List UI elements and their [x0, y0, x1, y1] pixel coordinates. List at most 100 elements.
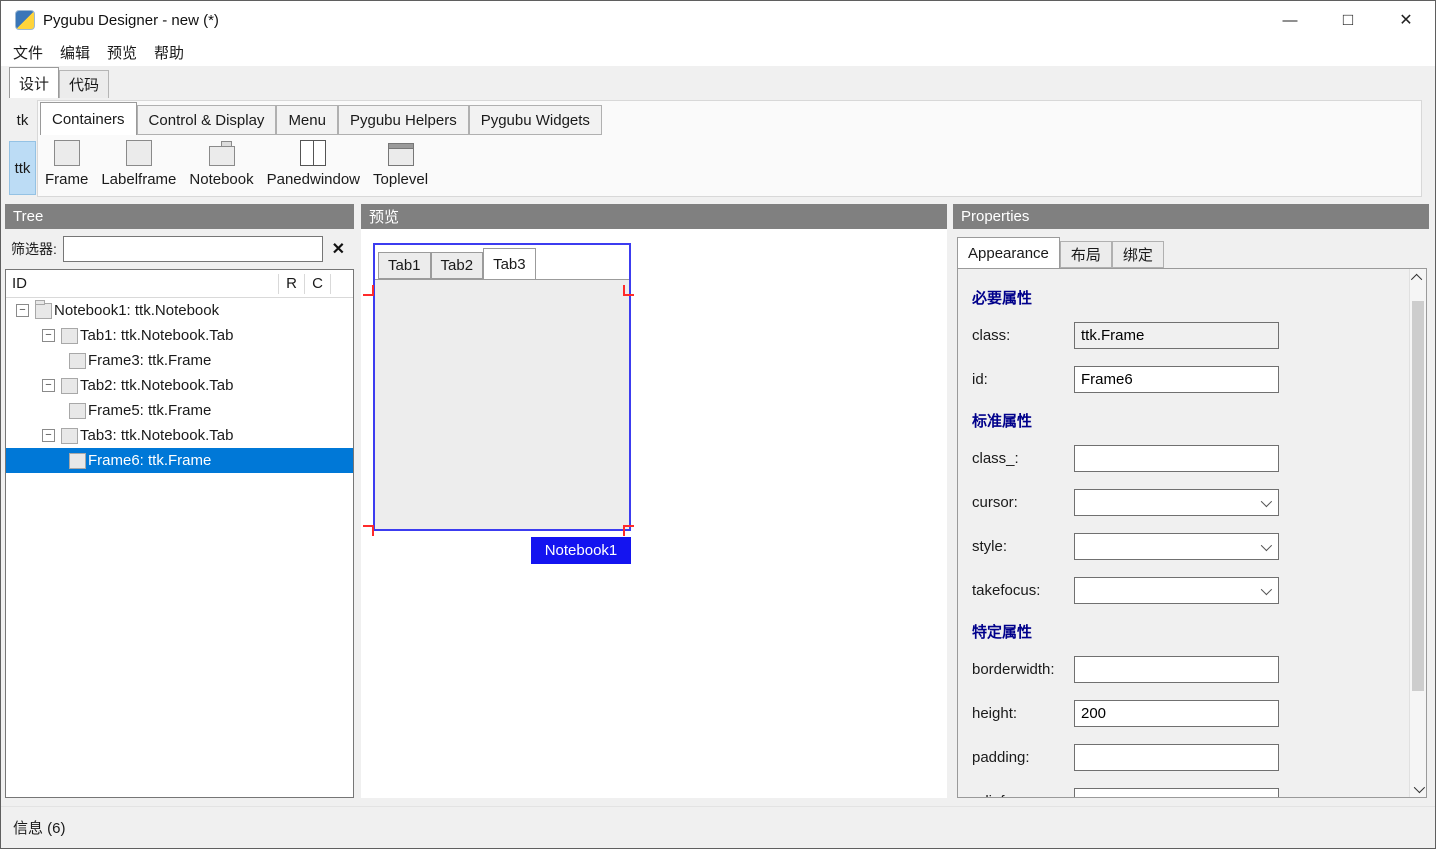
- palette-category-tabs: Containers Control & Display Menu Pygubu…: [40, 101, 602, 135]
- menu-preview[interactable]: 预览: [107, 40, 137, 65]
- prop-row-class_: class_:: [972, 445, 1426, 472]
- tree-row-notebook1[interactable]: Notebook1: ttk.Notebook: [6, 298, 353, 323]
- preview-frame6-body[interactable]: [375, 279, 629, 529]
- tree-row-label: Notebook1: ttk.Notebook: [54, 302, 220, 319]
- padding-field[interactable]: [1074, 744, 1279, 771]
- tab-design[interactable]: 设计: [9, 67, 60, 98]
- maximize-icon[interactable]: □: [1319, 1, 1377, 39]
- tab-layout[interactable]: 布局: [1059, 241, 1112, 268]
- palette-widget-toplevel[interactable]: Toplevel: [373, 138, 428, 188]
- close-icon[interactable]: ✕: [1377, 1, 1435, 39]
- properties-scrollbar[interactable]: [1409, 269, 1426, 797]
- app-window: Pygubu Designer - new (*) — □ ✕ 文件 编辑 预览…: [0, 0, 1436, 849]
- tab-node-icon: [61, 377, 78, 394]
- column-r[interactable]: R: [279, 275, 304, 292]
- palette-widget-notebook[interactable]: Notebook: [189, 138, 254, 188]
- tree-row-tab2[interactable]: Tab2: ttk.Notebook.Tab: [6, 373, 353, 398]
- cursor-select[interactable]: [1074, 489, 1279, 516]
- menu-help[interactable]: 帮助: [154, 40, 184, 65]
- palette-tab-containers[interactable]: Containers: [40, 102, 137, 135]
- scrollbar-thumb[interactable]: [1412, 301, 1424, 691]
- panedwindow-widget-icon: [298, 138, 328, 168]
- preview-panel-header: 预览: [361, 204, 947, 229]
- prop-row-cursor: cursor:: [972, 489, 1426, 516]
- palette-tab-menu[interactable]: Menu: [276, 105, 338, 135]
- status-messages-label[interactable]: 信息 (6): [13, 817, 66, 838]
- tree-panel: Tree 筛选器: ✕ ID R C Notebook1: ttk.Notebo…: [5, 204, 354, 798]
- collapse-icon[interactable]: [16, 304, 29, 317]
- palette-items: Frame Labelframe Notebook Panedwindow To…: [45, 138, 428, 188]
- column-c[interactable]: C: [305, 275, 330, 292]
- collapse-icon[interactable]: [42, 329, 55, 342]
- preview-panel: 预览 Tab1 Tab2 Tab3 Notebook1: [361, 204, 947, 798]
- menu-file[interactable]: 文件: [13, 40, 43, 65]
- window-controls: — □ ✕: [1261, 1, 1435, 39]
- tab-code[interactable]: 代码: [59, 70, 110, 98]
- height-field[interactable]: [1074, 700, 1279, 727]
- palette-widget-frame[interactable]: Frame: [45, 138, 88, 188]
- collapse-icon[interactable]: [42, 429, 55, 442]
- chevron-down-icon: [1260, 583, 1273, 595]
- menu-edit[interactable]: 编辑: [60, 40, 90, 65]
- tree-table-header: ID R C: [6, 270, 353, 298]
- tree-panel-header: Tree: [5, 204, 354, 229]
- column-id[interactable]: ID: [6, 275, 278, 292]
- properties-panel: Properties Appearance 布局 绑定 必要属性 class: …: [953, 204, 1429, 798]
- palette-group-tk[interactable]: tk: [9, 101, 36, 139]
- preview-canvas[interactable]: Tab1 Tab2 Tab3 Notebook1: [361, 229, 947, 798]
- filter-label: 筛选器:: [11, 241, 57, 257]
- tree-table: ID R C Notebook1: ttk.Notebook Tab1: ttk…: [5, 269, 354, 798]
- relief-label: relief:: [972, 793, 1074, 797]
- frame-node-icon: [69, 452, 86, 469]
- tree-row-tab1[interactable]: Tab1: ttk.Notebook.Tab: [6, 323, 353, 348]
- tree-row-frame6[interactable]: Frame6: ttk.Frame: [6, 448, 353, 473]
- takefocus-select[interactable]: [1074, 577, 1279, 604]
- app-icon: [15, 10, 35, 30]
- palette-widget-panedwindow[interactable]: Panedwindow: [267, 138, 360, 188]
- id-field[interactable]: [1074, 366, 1279, 393]
- filter-clear-icon[interactable]: ✕: [329, 239, 348, 259]
- style-select[interactable]: [1074, 533, 1279, 560]
- preview-notebook-tabs: Tab1 Tab2 Tab3: [375, 245, 629, 279]
- selection-handle-bottom-right[interactable]: [623, 525, 634, 536]
- padding-label: padding:: [972, 749, 1030, 766]
- frame-widget-icon: [52, 138, 82, 168]
- palette-widget-label: Labelframe: [101, 171, 177, 188]
- collapse-icon[interactable]: [42, 379, 55, 392]
- borderwidth-label: borderwidth:: [972, 661, 1055, 678]
- section-specific-heading: 特定属性: [972, 624, 1033, 641]
- frame-node-icon: [69, 402, 86, 419]
- preview-tab1[interactable]: Tab1: [378, 252, 431, 279]
- filter-input[interactable]: [62, 236, 323, 262]
- tree-row-frame5[interactable]: Frame5: ttk.Frame: [6, 398, 353, 423]
- class-field[interactable]: [1074, 322, 1279, 349]
- selection-handle-bottom-left[interactable]: [363, 525, 374, 536]
- preview-notebook-widget[interactable]: Tab1 Tab2 Tab3: [373, 243, 631, 531]
- palette-group-ttk[interactable]: ttk: [9, 141, 36, 195]
- palette-widget-labelframe[interactable]: Labelframe: [101, 138, 176, 188]
- palette-tab-pygubu-widgets[interactable]: Pygubu Widgets: [468, 105, 602, 135]
- prop-row-padding: padding:: [972, 744, 1426, 771]
- class_-label: class_:: [972, 450, 1019, 467]
- class_-field[interactable]: [1074, 445, 1279, 472]
- selection-handle-top-left[interactable]: [363, 285, 374, 296]
- prop-row-id: id:: [972, 366, 1426, 393]
- preview-tab2[interactable]: Tab2: [430, 252, 484, 279]
- palette-tab-control-display[interactable]: Control & Display: [136, 105, 277, 135]
- menu-bar: 文件 编辑 预览 帮助: [1, 39, 1435, 66]
- scroll-up-icon[interactable]: [1410, 269, 1426, 286]
- tab-bindings[interactable]: 绑定: [1111, 241, 1164, 268]
- minimize-icon[interactable]: —: [1261, 1, 1319, 39]
- preview-tab3[interactable]: Tab3: [483, 248, 536, 279]
- palette-tab-pygubu-helpers[interactable]: Pygubu Helpers: [337, 105, 469, 135]
- scroll-down-icon[interactable]: [1410, 780, 1426, 797]
- frame-node-icon: [69, 352, 86, 369]
- selection-handle-top-right[interactable]: [623, 285, 634, 296]
- tab-appearance[interactable]: Appearance: [957, 237, 1060, 268]
- window-title: Pygubu Designer - new (*): [43, 11, 219, 29]
- selection-indicator-label: Notebook1: [531, 537, 631, 564]
- tree-row-tab3[interactable]: Tab3: ttk.Notebook.Tab: [6, 423, 353, 448]
- relief-select[interactable]: [1074, 788, 1279, 797]
- borderwidth-field[interactable]: [1074, 656, 1279, 683]
- tree-row-frame3[interactable]: Frame3: ttk.Frame: [6, 348, 353, 373]
